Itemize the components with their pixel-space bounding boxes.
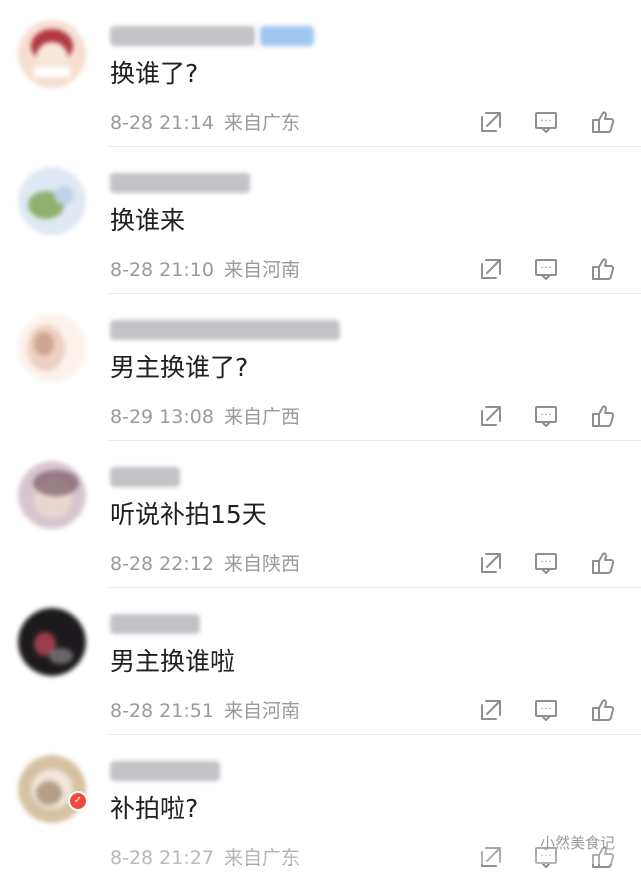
comment-button[interactable]	[532, 549, 560, 577]
share-button[interactable]	[477, 402, 505, 430]
share-button[interactable]	[477, 843, 505, 871]
comment-text: 听说补拍15天	[110, 500, 267, 529]
comment-location: 来自广东	[223, 112, 300, 134]
blurred-username[interactable]	[110, 614, 200, 634]
comment-text: 男主换谁了?	[110, 353, 249, 382]
avatar-image	[18, 167, 86, 235]
comment-time: 8-29 13:08	[110, 406, 214, 428]
share-icon	[481, 112, 501, 132]
verification-badge: ✓	[68, 791, 88, 811]
blurred-username[interactable]	[110, 320, 340, 340]
share-icon	[481, 700, 501, 720]
comment-button[interactable]	[532, 255, 560, 283]
like-button[interactable]	[589, 108, 617, 136]
comment-time: 8-28 21:14	[110, 112, 214, 134]
blurred-username[interactable]	[110, 761, 220, 781]
share-button[interactable]	[477, 108, 505, 136]
thumbs-up-icon	[592, 552, 615, 574]
blurred-username[interactable]	[110, 26, 255, 46]
avatar-image	[18, 755, 86, 823]
comment-icon	[535, 259, 557, 280]
comment-item: ✓ 补拍啦? 8-28 21:27 来自广东	[0, 735, 641, 882]
avatar-image	[18, 314, 86, 382]
share-button[interactable]	[477, 696, 505, 724]
share-icon	[481, 259, 501, 279]
comment-location: 来自河南	[223, 259, 300, 281]
share-button[interactable]	[477, 255, 505, 283]
comment-time: 8-28 21:51	[110, 700, 214, 722]
comment-meta: 8-28 21:51 来自河南	[110, 699, 300, 723]
thumbs-up-icon	[592, 699, 615, 721]
comment-icon	[535, 406, 557, 427]
avatar[interactable]	[18, 608, 86, 676]
like-button[interactable]	[589, 402, 617, 430]
avatar[interactable]	[18, 755, 86, 823]
comment-location: 来自河南	[223, 700, 300, 722]
avatar-image	[18, 461, 86, 529]
watermark: 小然美食记	[540, 834, 616, 852]
avatar[interactable]	[18, 461, 86, 529]
avatar[interactable]	[18, 314, 86, 382]
comment-icon	[535, 553, 557, 574]
comment-meta: 8-28 21:10 来自河南	[110, 258, 300, 282]
comment-location: 来自广东	[223, 847, 300, 869]
comment-meta: 8-28 22:12 来自陕西	[110, 552, 300, 576]
blurred-badge	[260, 26, 314, 46]
comment-list: 换谁了? 8-28 21:14 来自广东 换谁来 8-28 21:10 来自河南…	[0, 0, 641, 869]
comment-time: 8-28 21:27	[110, 847, 214, 869]
like-button[interactable]	[589, 549, 617, 577]
comment-item: 换谁来 8-28 21:10 来自河南	[0, 147, 641, 294]
comment-meta: 8-28 21:27 来自广东	[110, 846, 300, 870]
comment-meta: 8-29 13:08 来自广西	[110, 405, 300, 429]
comment-text: 男主换谁啦	[110, 647, 236, 676]
comment-time: 8-28 22:12	[110, 553, 214, 575]
comment-item: 男主换谁啦 8-28 21:51 来自河南	[0, 588, 641, 735]
blurred-username[interactable]	[110, 467, 180, 487]
avatar-image	[18, 20, 86, 88]
comment-item: 男主换谁了? 8-29 13:08 来自广西	[0, 294, 641, 441]
avatar[interactable]	[18, 20, 86, 88]
thumbs-up-icon	[592, 111, 615, 133]
comment-text: 补拍啦?	[110, 794, 199, 823]
thumbs-up-icon	[592, 405, 615, 427]
share-icon	[481, 847, 501, 867]
comment-button[interactable]	[532, 402, 560, 430]
comment-location: 来自广西	[223, 406, 300, 428]
comment-text: 换谁来	[110, 206, 186, 235]
share-button[interactable]	[477, 549, 505, 577]
comment-time: 8-28 21:10	[110, 259, 214, 281]
avatar-image	[18, 608, 86, 676]
comment-button[interactable]	[532, 108, 560, 136]
comment-location: 来自陕西	[223, 553, 300, 575]
avatar[interactable]	[18, 167, 86, 235]
like-button[interactable]	[589, 696, 617, 724]
comment-item: 换谁了? 8-28 21:14 来自广东	[0, 0, 641, 147]
comment-text: 换谁了?	[110, 59, 199, 88]
comment-icon	[535, 112, 557, 133]
comment-meta: 8-28 21:14 来自广东	[110, 111, 300, 135]
comment-button[interactable]	[532, 696, 560, 724]
comment-icon	[535, 700, 557, 721]
like-button[interactable]	[589, 255, 617, 283]
share-icon	[481, 553, 501, 573]
blurred-username[interactable]	[110, 173, 250, 193]
share-icon	[481, 406, 501, 426]
thumbs-up-icon	[592, 258, 615, 280]
comment-item: 听说补拍15天 8-28 22:12 来自陕西	[0, 441, 641, 588]
